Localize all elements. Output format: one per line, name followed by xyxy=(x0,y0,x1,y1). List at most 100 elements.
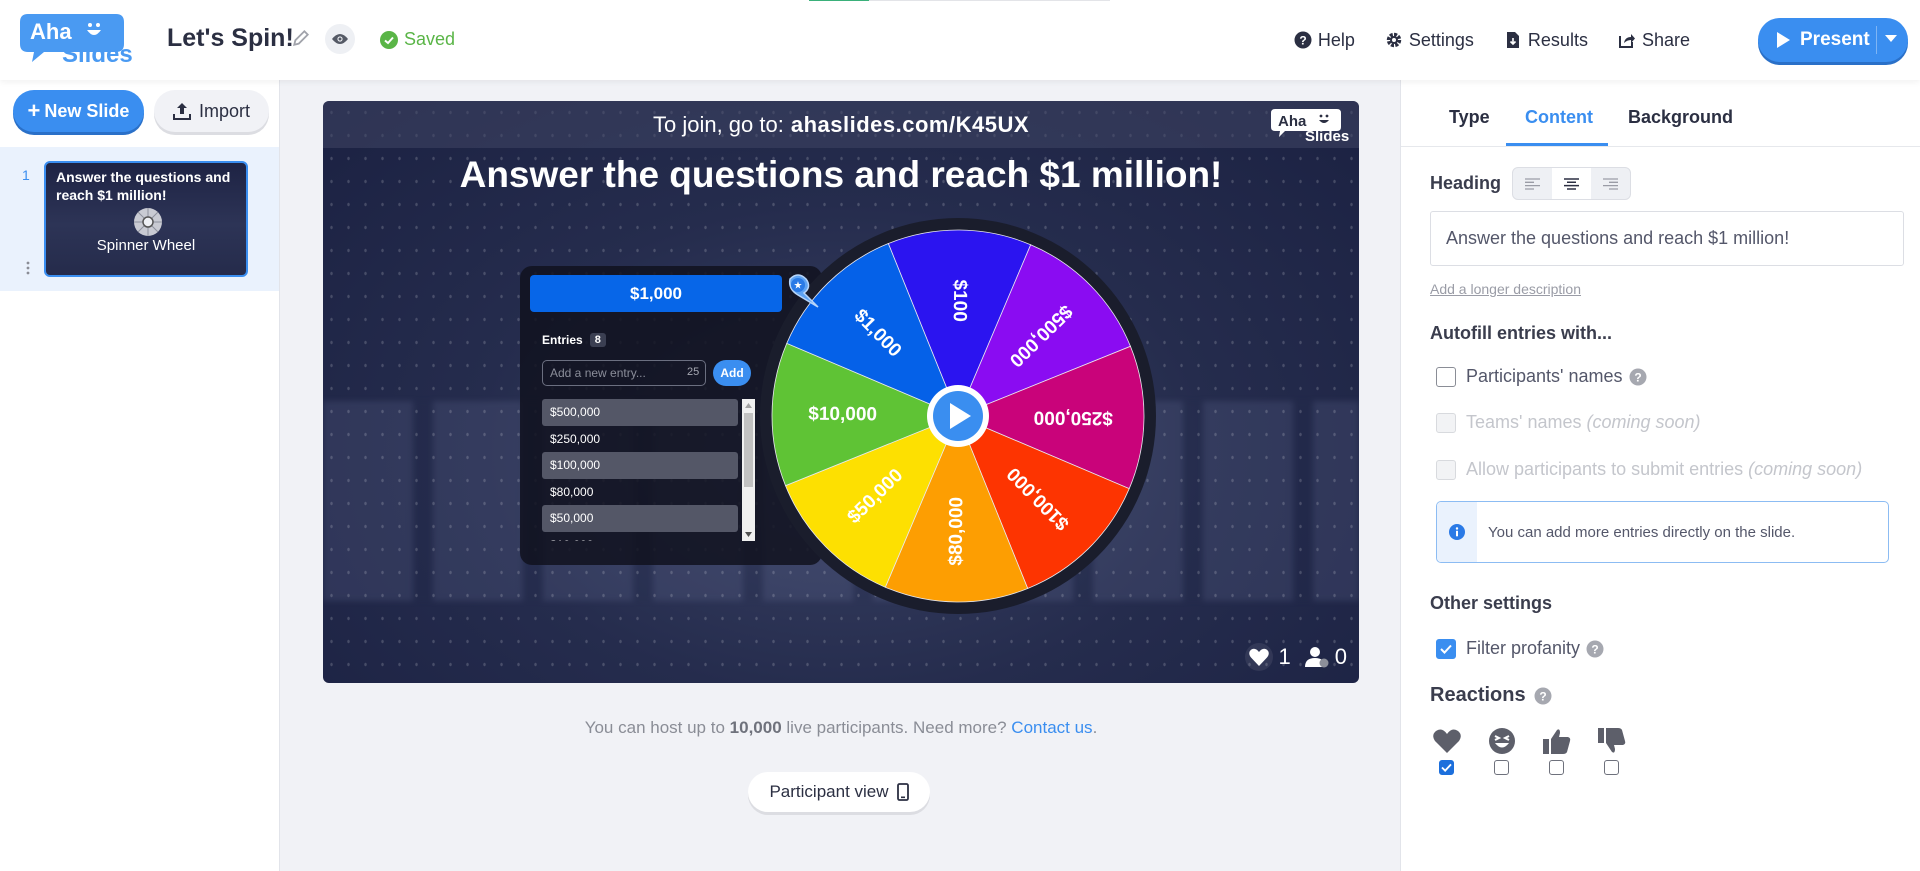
chevron-down-icon[interactable] xyxy=(1885,35,1897,43)
teams-names-label: Teams' names xyxy=(1466,412,1582,432)
active-tab-indicator xyxy=(1506,143,1608,146)
entries-count-badge: 8 xyxy=(589,333,606,347)
reaction-heart[interactable] xyxy=(1430,726,1463,775)
align-center-button[interactable] xyxy=(1552,168,1592,199)
reaction-thumbs-up[interactable] xyxy=(1540,726,1573,775)
reaction-thumbs-up-checkbox[interactable] xyxy=(1549,760,1564,775)
help-label: Help xyxy=(1317,29,1355,50)
saved-label: Saved xyxy=(404,29,456,49)
presentation-title[interactable]: Let's Spin! xyxy=(167,24,294,53)
align-left-button[interactable] xyxy=(1513,168,1552,199)
info-icon-wrap xyxy=(1437,502,1477,562)
entries-label: Entries xyxy=(542,333,583,347)
entry-list-scrollbar[interactable] xyxy=(742,399,755,541)
contact-us-link[interactable]: Contact us xyxy=(1011,718,1092,737)
present-label: Present xyxy=(1800,29,1870,50)
import-label: Import xyxy=(198,100,250,121)
autofill-participants-option[interactable]: Participants' names ? xyxy=(1436,366,1647,387)
spinner-wheel-icon xyxy=(134,208,162,236)
import-button[interactable]: Import xyxy=(154,90,269,132)
play-icon xyxy=(1777,32,1790,48)
allow-submit-checkbox xyxy=(1436,459,1456,480)
slide-canvas[interactable]: To join, go to: ahaslides.com/K45UX Aha … xyxy=(323,101,1359,683)
spin-result: $1,000 xyxy=(530,275,782,312)
new-slide-button[interactable]: + New Slide xyxy=(13,90,144,132)
info-text: You can add more entries directly on the… xyxy=(1488,523,1796,541)
participants-names-label: Participants' names xyxy=(1466,366,1623,386)
scroll-down-icon[interactable] xyxy=(745,532,752,537)
autofill-teams-option: Teams' names (coming soon) xyxy=(1436,412,1701,433)
filter-profanity-checkbox[interactable] xyxy=(1436,638,1456,659)
add-description-link[interactable]: Add a longer description xyxy=(1430,281,1581,297)
slide-logo-aha: Aha xyxy=(1278,113,1307,130)
laugh-icon xyxy=(1488,728,1515,754)
thumbs-up-icon xyxy=(1542,729,1570,754)
host-limit-note: You can host up to 10,000 live participa… xyxy=(323,718,1359,738)
more-vertical-icon[interactable] xyxy=(26,261,30,275)
wheel-segment-label: $100 xyxy=(949,279,970,321)
results-button[interactable]: Results xyxy=(1504,30,1588,51)
entry-item[interactable]: $80,000 xyxy=(542,479,738,506)
svg-text:?: ? xyxy=(1591,642,1598,656)
properties-panel: Type Content Background Heading Add a lo… xyxy=(1400,80,1920,871)
scroll-up-icon[interactable] xyxy=(745,403,752,408)
new-entry-input[interactable] xyxy=(542,360,706,386)
reactions-count: 1 xyxy=(1278,644,1291,669)
teams-names-checkbox xyxy=(1436,412,1456,433)
help-icon[interactable]: ? xyxy=(1586,640,1604,658)
reactions-section: Reactions ? xyxy=(1430,684,1552,707)
slide-heading[interactable]: Answer the questions and reach $1 millio… xyxy=(323,154,1359,196)
ahaslides-logo[interactable]: Aha Slides xyxy=(20,14,142,66)
scrollbar-thumb[interactable] xyxy=(744,413,753,487)
slide-thumbnail[interactable]: Answer the questions and reach $1 millio… xyxy=(44,161,248,277)
share-button[interactable]: Share xyxy=(1618,30,1690,51)
help-button[interactable]: ? Help xyxy=(1294,30,1355,51)
host-prefix: You can host up to xyxy=(584,718,725,737)
winner-pin-icon: ★ xyxy=(788,274,819,308)
participants-icon xyxy=(1304,647,1329,668)
entry-item[interactable]: $100,000 xyxy=(542,452,738,479)
align-right-button[interactable] xyxy=(1591,168,1630,199)
entries-header: Entries 8 xyxy=(542,333,606,347)
tab-content[interactable]: Content xyxy=(1525,107,1593,128)
help-icon[interactable]: ? xyxy=(1534,687,1552,705)
present-button[interactable]: Present xyxy=(1758,18,1908,62)
filter-profanity-label: Filter profanity xyxy=(1466,638,1581,658)
reaction-laugh-checkbox[interactable] xyxy=(1494,760,1509,775)
entry-list: $500,000$250,000$100,000$80,000$50,000$1… xyxy=(542,399,738,541)
save-status: Saved xyxy=(380,29,455,50)
thumbs-down-icon xyxy=(1597,728,1625,753)
panel-tabs: Type Content Background xyxy=(1401,80,1920,147)
svg-text:★: ★ xyxy=(794,281,803,292)
join-prefix: To join, go to: xyxy=(652,111,784,137)
reaction-thumbs-down-checkbox[interactable] xyxy=(1604,760,1619,775)
svg-text:?: ? xyxy=(1634,370,1641,384)
pencil-icon[interactable] xyxy=(292,29,310,47)
reaction-thumbs-down[interactable] xyxy=(1595,726,1628,775)
participants-names-checkbox[interactable] xyxy=(1436,366,1456,387)
participant-view-button[interactable]: Participant view xyxy=(748,772,930,812)
entry-item[interactable]: $250,000 xyxy=(542,426,738,453)
filter-profanity-option[interactable]: Filter profanity ? xyxy=(1436,638,1604,659)
tab-type[interactable]: Type xyxy=(1449,107,1490,128)
info-callout: You can add more entries directly on the… xyxy=(1436,501,1889,563)
join-banner: To join, go to: ahaslides.com/K45UX xyxy=(323,101,1359,148)
participants-count: 0 xyxy=(1334,644,1347,669)
tab-background[interactable]: Background xyxy=(1628,107,1733,128)
join-url: ahaslides.com/K45UX xyxy=(790,111,1030,137)
help-icon[interactable]: ? xyxy=(1629,368,1647,386)
settings-button[interactable]: Settings xyxy=(1385,30,1474,51)
heart-icon xyxy=(1432,729,1461,753)
plus-icon: + xyxy=(27,98,41,123)
add-entry-button[interactable]: Add xyxy=(713,360,751,386)
header-nav: ? Help Settings Results Share xyxy=(1294,0,1720,80)
entry-item[interactable]: $500,000 xyxy=(542,399,738,426)
logo-text-slides: Slides xyxy=(62,41,133,66)
heading-input[interactable] xyxy=(1430,211,1904,266)
entry-item[interactable]: $10,000 xyxy=(542,532,738,542)
autofill-label: Autofill entries with... xyxy=(1430,323,1613,343)
preview-button[interactable] xyxy=(325,24,355,54)
reaction-laugh[interactable] xyxy=(1485,726,1518,775)
reaction-heart-checkbox[interactable] xyxy=(1439,760,1454,775)
entry-item[interactable]: $50,000 xyxy=(542,505,738,532)
